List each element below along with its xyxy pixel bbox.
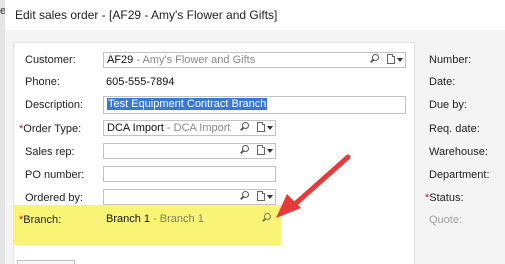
arrow-head	[276, 194, 301, 218]
red-arrow-annotation	[276, 154, 351, 218]
bottom-tab[interactable]	[17, 260, 75, 264]
arrow-shaft	[291, 154, 351, 208]
